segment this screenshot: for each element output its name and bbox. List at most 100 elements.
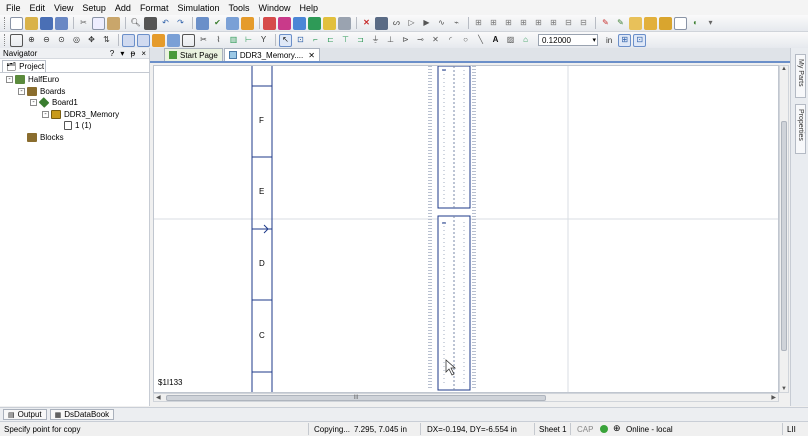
connect-icon[interactable]: ⊢ [242, 34, 255, 47]
redo-icon[interactable]: ↷ [174, 17, 187, 30]
align-bottom-icon[interactable]: ⊞ [547, 17, 560, 30]
align-right-icon[interactable]: ⊞ [502, 17, 515, 30]
layout-icon[interactable] [308, 16, 321, 30]
place-part-icon[interactable]: ⊡ [294, 34, 307, 47]
menu-add[interactable]: Add [115, 3, 131, 13]
tab-start-page[interactable]: Start Page [164, 48, 223, 61]
snap-grid-icon[interactable] [122, 33, 135, 47]
globe-icon[interactable]: ◐ [689, 17, 702, 30]
undo-icon[interactable]: ↶ [159, 17, 172, 30]
scroll-up-icon[interactable]: ▲ [781, 66, 787, 72]
zoom-out-icon[interactable]: ⊖ [40, 34, 53, 47]
zoom-level-combo[interactable]: 0.12000 ▾ [538, 34, 598, 46]
collapse-icon[interactable]: - [42, 110, 49, 118]
area-select-icon[interactable] [137, 33, 150, 47]
menu-window[interactable]: Window [259, 3, 291, 13]
toolbar-grip[interactable] [4, 17, 7, 29]
save-all-icon[interactable] [55, 16, 68, 30]
schematic-canvas[interactable]: F E D C $1I133 [153, 65, 779, 393]
drag-connected-icon[interactable] [152, 33, 165, 47]
tree-item-boards[interactable]: - Boards [0, 86, 150, 98]
ellipse-icon[interactable]: ○ [459, 34, 472, 47]
bus-icon[interactable]: ▥ [227, 34, 240, 47]
bookmark-icon[interactable]: ⌂ [519, 34, 532, 47]
waveform-icon[interactable]: ∿ [435, 17, 448, 30]
export-icon[interactable] [338, 16, 351, 30]
image-icon[interactable]: ▨ [504, 34, 517, 47]
new-icon[interactable] [10, 16, 23, 30]
menu-simulation[interactable]: Simulation [177, 3, 219, 13]
schematic-drawing[interactable] [154, 66, 779, 393]
distribute-v-icon[interactable]: ⊟ [577, 17, 590, 30]
line-icon[interactable]: ╲ [474, 34, 487, 47]
scroll-left-icon[interactable]: ◀ [156, 394, 161, 401]
scissors-icon[interactable]: ✂ [197, 34, 210, 47]
tree-item-board1[interactable]: - Board1 [0, 97, 150, 109]
menu-file[interactable]: File [6, 3, 21, 13]
toolbar-grip[interactable] [4, 34, 7, 46]
tree-item-halfeuro[interactable]: - HalfEuro [0, 74, 150, 86]
paste-icon[interactable] [107, 16, 120, 30]
bom-icon[interactable] [293, 16, 306, 30]
net-alias-icon[interactable]: ⊐ [354, 34, 367, 47]
tab-my-parts[interactable]: My Parts [795, 54, 806, 98]
save-icon[interactable] [40, 16, 53, 30]
menu-setup[interactable]: Setup [82, 3, 106, 13]
align-center-icon[interactable]: ⊞ [487, 17, 500, 30]
cut-icon[interactable]: ✂ [77, 17, 90, 30]
place-wire-icon[interactable]: ⌐ [309, 34, 322, 47]
zoom-area-icon[interactable]: ⊙ [55, 34, 68, 47]
menu-view[interactable]: View [54, 3, 73, 13]
marker-green-icon[interactable]: ✎ [614, 17, 627, 30]
zoom-in-icon[interactable]: ⊕ [25, 34, 38, 47]
close-icon[interactable]: ✕ [308, 51, 315, 60]
document-icon[interactable] [674, 16, 687, 30]
collapse-icon[interactable]: - [18, 87, 25, 95]
tree-item-ddr3-memory[interactable]: - DDR3_Memory [0, 109, 150, 121]
binoculars-icon[interactable] [144, 16, 157, 30]
select-pointer-icon[interactable]: ↖ [279, 33, 292, 47]
tree-item-blocks[interactable]: Blocks [0, 132, 150, 144]
search-icon[interactable]: ⊕ [613, 423, 621, 434]
netlist-icon[interactable] [241, 16, 254, 30]
zoom-to-fit-icon[interactable] [10, 33, 23, 47]
text-icon[interactable]: A [489, 34, 502, 47]
route-icon[interactable] [196, 16, 209, 30]
pan-icon[interactable]: ✥ [85, 34, 98, 47]
pin-icon[interactable]: ᵽ [131, 49, 135, 58]
settings-icon[interactable]: ⌁ [450, 17, 463, 30]
align-middle-icon[interactable]: ⊞ [532, 17, 545, 30]
attach-icon[interactable]: ⌇ [212, 34, 225, 47]
align-top-icon[interactable]: ⊞ [517, 17, 530, 30]
menu-format[interactable]: Format [140, 3, 169, 13]
tab-project[interactable]: 🗂︎ Project [2, 60, 46, 72]
place-bus-icon[interactable]: ⊏ [324, 34, 337, 47]
find-icon[interactable]: 🔍︎ [129, 17, 142, 30]
pcb-icon[interactable] [323, 16, 336, 30]
scroll-down-icon[interactable]: ▼ [781, 386, 787, 392]
off-page-icon[interactable]: ⊳ [399, 34, 412, 47]
dropdown-icon[interactable]: ▾ [120, 49, 124, 58]
ground-icon[interactable]: ⊥ [384, 34, 397, 47]
horizontal-scrollbar[interactable]: ◀ ǀǀǀ ▶ [153, 393, 779, 402]
distribute-h-icon[interactable]: ⊟ [562, 17, 575, 30]
grid-icon[interactable] [182, 33, 195, 47]
library-icon[interactable] [263, 16, 276, 30]
marker-icon[interactable]: ▶ [420, 17, 433, 30]
collapse-icon[interactable]: - [6, 76, 13, 84]
properties-icon[interactable] [375, 16, 388, 30]
delete-icon[interactable]: ✕ [360, 17, 373, 30]
vertical-scrollbar[interactable]: ▲ ▼ [779, 65, 789, 393]
align-left-icon[interactable]: ⊞ [472, 17, 485, 30]
open-icon[interactable] [25, 16, 38, 30]
check-icon[interactable]: ✔ [211, 17, 224, 30]
snap-toggle-icon[interactable]: ⊡ [633, 33, 647, 47]
scroll-thumb[interactable]: ǀǀǀ [166, 395, 546, 401]
scroll-right-icon[interactable]: ▶ [771, 394, 776, 401]
probe-icon[interactable]: ▷ [405, 17, 418, 30]
pin-icon[interactable]: ⊸ [414, 34, 427, 47]
hierarchy-icon[interactable]: ⇅ [100, 34, 113, 47]
menu-edit[interactable]: Edit [30, 3, 46, 13]
tab-ddr3-memory[interactable]: DDR3_Memory.... ✕ [223, 48, 320, 61]
help-icon[interactable]: ? [110, 49, 114, 58]
